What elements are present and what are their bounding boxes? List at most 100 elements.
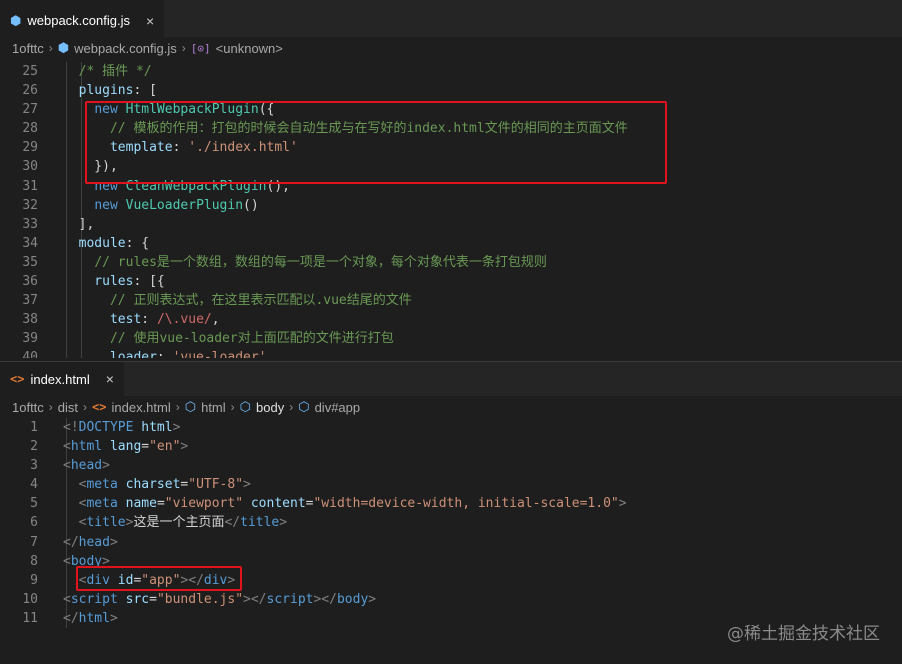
code-line[interactable]: 36 rules: [{ xyxy=(0,272,902,292)
code-token: loader xyxy=(63,350,157,358)
code-token: new xyxy=(94,197,126,213)
line-number: 3 xyxy=(30,458,38,474)
line-number: 4 xyxy=(30,477,38,493)
code-line[interactable]: 3 <head> xyxy=(0,456,902,476)
code-text: // rules是一个数组，数组的每一项是一个对象，每个对象代表一条打包规则 xyxy=(63,253,547,272)
breadcrumb-path-html[interactable]: html xyxy=(201,400,226,415)
element-icon: ⬡ xyxy=(298,399,310,414)
line-number: 5 xyxy=(30,496,38,512)
line-number: 30 xyxy=(22,159,38,175)
symbol-variable-icon: [⊙] xyxy=(190,41,211,55)
code-token: ></ xyxy=(243,591,267,607)
code-token: </ xyxy=(224,515,241,531)
code-token: // 使用vue-loader对上面匹配的文件进行打包 xyxy=(109,331,394,347)
code-line[interactable]: 6 <title>这是一个主页面</title> xyxy=(0,513,902,533)
breadcrumb-bottom: 1ofttc › dist › <> index.html › ⬡ html ›… xyxy=(0,396,902,418)
code-token: 'vue-loader' xyxy=(172,350,267,358)
code-line[interactable]: 2 <html lang="en"> xyxy=(0,437,902,457)
highlight-box-plugin xyxy=(85,101,667,184)
breadcrumb-file[interactable]: webpack.config.js xyxy=(74,41,177,56)
line-number: 1 xyxy=(30,420,38,435)
code-text: new VueLoaderPlugin() xyxy=(63,196,258,215)
code-line[interactable]: 40 loader: 'vue-loader' xyxy=(0,348,902,358)
code-text: <title>这是一个主页面</title> xyxy=(63,513,287,532)
code-token: ], xyxy=(63,216,95,232)
code-line[interactable]: 37 // 正则表达式，在这里表示匹配以.vue结尾的文件 xyxy=(0,291,902,311)
code-token: = xyxy=(149,591,157,607)
code-text: </head> xyxy=(63,533,118,552)
code-token: <! xyxy=(63,420,79,435)
code-token: // rules是一个数组，数组的每一项是一个对象，每个对象代表一条打包规则 xyxy=(94,254,547,270)
code-token: > xyxy=(180,439,189,455)
code-token: </ xyxy=(63,534,79,550)
code-token: < xyxy=(63,553,71,569)
code-token: "UTF-8" xyxy=(188,477,244,493)
code-line[interactable]: 39 // 使用vue-loader对上面匹配的文件进行打包 xyxy=(0,329,902,349)
code-line[interactable]: 35 // rules是一个数组，数组的每一项是一个对象，每个对象代表一条打包规… xyxy=(0,252,902,273)
code-token: > xyxy=(618,496,627,512)
code-text: // 使用vue-loader对上面匹配的文件进行打包 xyxy=(63,329,394,348)
code-line[interactable]: 10 <script src="bundle.js"></script></bod… xyxy=(0,589,902,609)
code-line[interactable]: 32 new VueLoaderPlugin() xyxy=(0,195,902,215)
code-token: < xyxy=(63,439,71,455)
breadcrumb-folder[interactable]: 1ofttc xyxy=(12,41,44,56)
code-token: "viewport" xyxy=(164,496,251,512)
code-line[interactable]: 7 </head> xyxy=(0,532,902,552)
breadcrumb-path-div[interactable]: div#app xyxy=(315,400,361,415)
code-text: <meta name="viewport" content="width=dev… xyxy=(63,494,627,513)
tab-index-html[interactable]: <> index.html × xyxy=(0,362,124,396)
line-number: 31 xyxy=(22,178,38,194)
chevron-right-icon: › xyxy=(181,41,186,55)
code-token: module xyxy=(63,235,126,251)
element-icon: ⬡ xyxy=(239,399,252,414)
code-line[interactable]: 5 <meta name="viewport" content="width=d… xyxy=(0,494,902,514)
code-token: : [{ xyxy=(133,274,165,290)
code-line[interactable]: 1 <!DOCTYPE html> xyxy=(0,418,902,438)
close-icon[interactable]: × xyxy=(106,371,114,387)
code-token: script xyxy=(266,591,314,607)
breadcrumb-top: 1ofttc › ⬢ webpack.config.js › [⊙] <unkn… xyxy=(0,37,902,59)
code-editor-html[interactable]: 1 <!DOCTYPE html> 2 <html lang="en"> 3 <head>… xyxy=(0,418,902,630)
line-number: 2 xyxy=(30,439,38,455)
code-text: /* 插件 */ xyxy=(63,62,152,81)
tab-label: webpack.config.js xyxy=(27,13,130,28)
code-token: > xyxy=(243,477,251,493)
code-token: /* 插件 */ xyxy=(78,64,152,79)
code-line[interactable]: 26 plugins: [ xyxy=(0,81,902,101)
line-number: 11 xyxy=(22,610,38,626)
code-token: name xyxy=(125,496,157,512)
tab-label: index.html xyxy=(30,371,90,387)
code-token: head xyxy=(70,458,103,474)
tab-bar-bottom: <> index.html × xyxy=(0,362,902,396)
code-token: ></ xyxy=(313,591,337,607)
code-token: html xyxy=(78,610,110,626)
code-token: : { xyxy=(125,235,150,251)
code-line[interactable]: 4 <meta charset="UTF-8"> xyxy=(0,475,902,495)
breadcrumb-subfolder[interactable]: dist xyxy=(58,400,78,415)
chevron-right-icon: › xyxy=(48,41,53,55)
breadcrumb-file[interactable]: index.html xyxy=(111,400,170,415)
code-token: = xyxy=(156,496,165,512)
breadcrumb-symbol[interactable]: <unknown> xyxy=(216,41,283,56)
code-line[interactable]: 38 test: /\.vue/, xyxy=(0,310,902,330)
breadcrumb-path-body[interactable]: body xyxy=(256,400,284,415)
code-token: : xyxy=(141,312,157,328)
code-line[interactable]: 25 /* 插件 */ xyxy=(0,62,902,82)
code-token: /\.vue/ xyxy=(156,312,212,328)
line-number: 39 xyxy=(22,331,38,347)
code-token: : xyxy=(156,350,173,358)
code-token: </ xyxy=(63,610,79,626)
code-text: </html> xyxy=(63,609,118,628)
breadcrumb-folder[interactable]: 1ofttc xyxy=(12,400,44,415)
code-token: charset xyxy=(125,477,181,493)
code-token: lang xyxy=(109,439,142,455)
code-line[interactable]: 34 module: { xyxy=(0,233,902,253)
close-icon[interactable]: × xyxy=(146,13,154,29)
code-line[interactable]: 33 ], xyxy=(0,214,902,234)
tab-webpack-config[interactable]: ⬢ webpack.config.js × xyxy=(0,0,165,41)
chevron-right-icon: › xyxy=(175,400,180,414)
code-token: > xyxy=(109,534,118,550)
